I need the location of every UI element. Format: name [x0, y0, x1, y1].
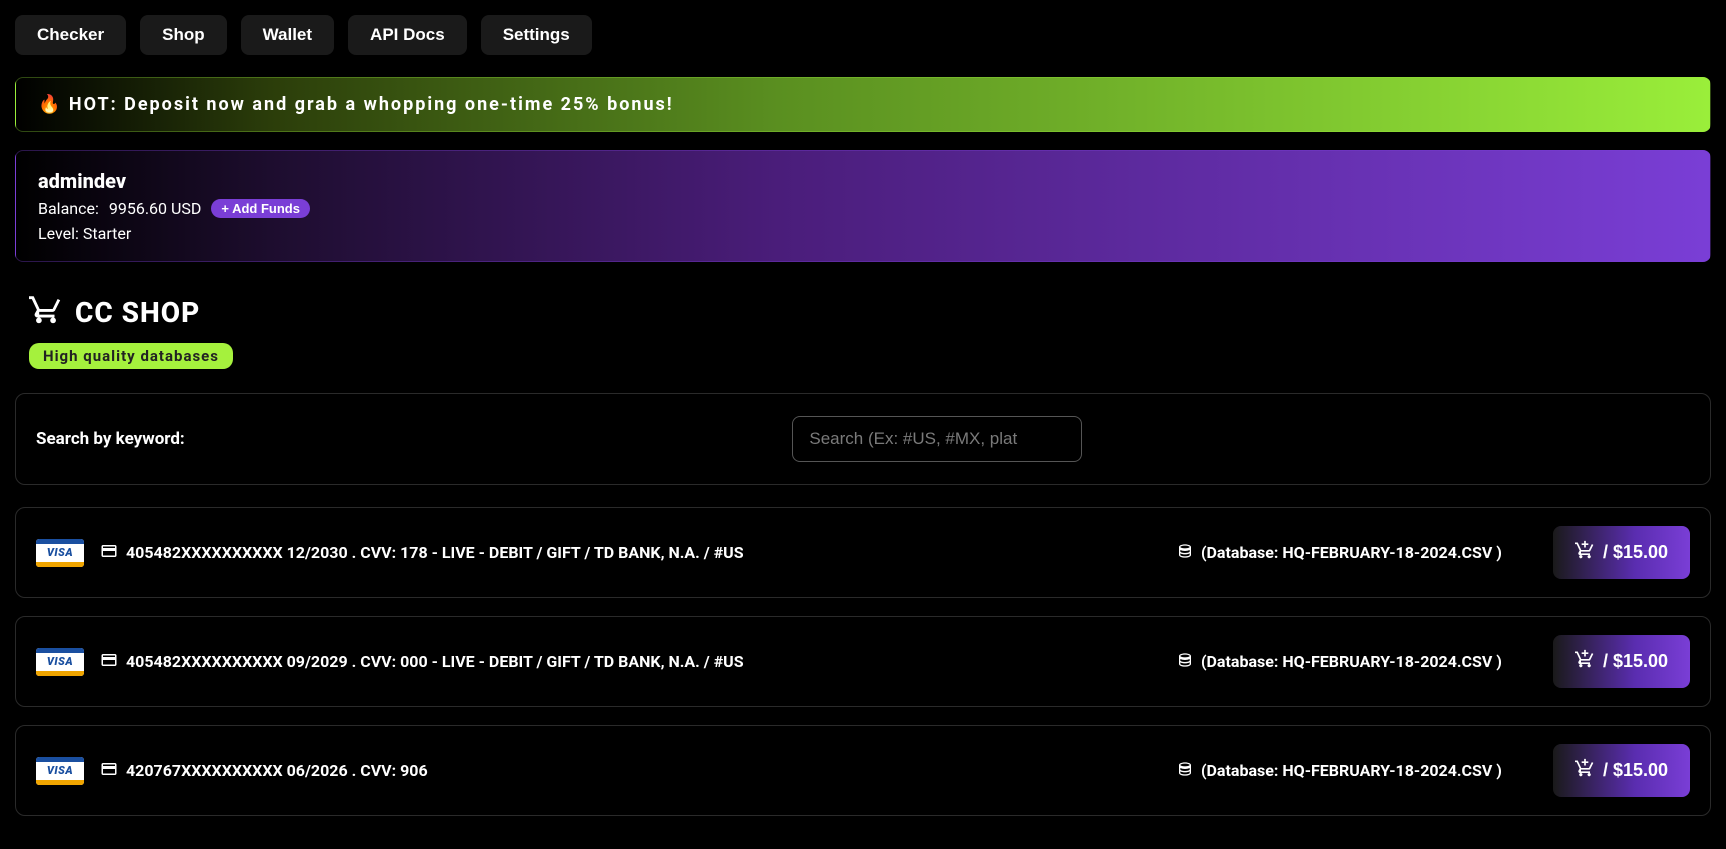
user-banner: admindev Balance: 9956.60 USD + Add Fund…	[15, 150, 1711, 262]
nav-tab-settings[interactable]: Settings	[481, 15, 592, 55]
listing-row: VISA 405482XXXXXXXXXX 12/2030 . CVV: 178…	[15, 507, 1711, 598]
level-value: Starter	[83, 224, 131, 243]
card-brand-badge: VISA	[36, 648, 84, 676]
listing-row: VISA 420767XXXXXXXXXX 06/2026 . CVV: 906…	[15, 725, 1711, 816]
credit-card-icon	[100, 651, 118, 673]
page-header: CC SHOP High quality databases	[29, 292, 1711, 369]
card-brand-badge: VISA	[36, 757, 84, 785]
level-label: Level:	[38, 224, 79, 243]
database-icon	[1177, 761, 1193, 781]
nav-tab-api-docs[interactable]: API Docs	[348, 15, 467, 55]
cart-icon	[29, 292, 63, 333]
buy-button[interactable]: / $15.00	[1553, 744, 1690, 797]
buy-price: / $15.00	[1603, 760, 1668, 781]
buy-button[interactable]: / $15.00	[1553, 526, 1690, 579]
card-brand-label: VISA	[47, 764, 73, 777]
database-icon	[1177, 652, 1193, 672]
top-nav: Checker Shop Wallet API Docs Settings	[15, 15, 1711, 55]
nav-tab-checker[interactable]: Checker	[15, 15, 126, 55]
nav-tab-wallet[interactable]: Wallet	[241, 15, 334, 55]
search-label: Search by keyword:	[36, 429, 185, 449]
database-text: (Database: HQ-FEBRUARY-18-2024.CSV )	[1201, 761, 1502, 780]
listing-row: VISA 405482XXXXXXXXXX 09/2029 . CVV: 000…	[15, 616, 1711, 707]
buy-price: / $15.00	[1603, 651, 1668, 672]
card-detail-text: 405482XXXXXXXXXX 09/2029 . CVV: 000 - LI…	[126, 652, 744, 671]
subtitle-badge: High quality databases	[29, 343, 233, 369]
search-panel: Search by keyword:	[15, 393, 1711, 485]
listings-container: VISA 405482XXXXXXXXXX 12/2030 . CVV: 178…	[15, 507, 1711, 816]
database-text: (Database: HQ-FEBRUARY-18-2024.CSV )	[1201, 652, 1502, 671]
credit-card-icon	[100, 542, 118, 564]
cart-plus-icon	[1575, 649, 1595, 674]
nav-tab-shop[interactable]: Shop	[140, 15, 227, 55]
promo-text: HOT: Deposit now and grab a whopping one…	[69, 94, 674, 115]
balance-value: 9956.60 USD	[109, 199, 202, 218]
database-text: (Database: HQ-FEBRUARY-18-2024.CSV )	[1201, 543, 1502, 562]
page-title: CC SHOP	[75, 296, 200, 329]
card-brand-label: VISA	[47, 655, 73, 668]
card-detail-text: 420767XXXXXXXXXX 06/2026 . CVV: 906	[126, 761, 428, 780]
cart-plus-icon	[1575, 758, 1595, 783]
fire-icon: 🔥	[38, 94, 62, 115]
promo-banner: 🔥 HOT: Deposit now and grab a whopping o…	[15, 77, 1711, 132]
cart-plus-icon	[1575, 540, 1595, 565]
database-icon	[1177, 543, 1193, 563]
buy-button[interactable]: / $15.00	[1553, 635, 1690, 688]
search-input[interactable]	[792, 416, 1082, 462]
card-detail-text: 405482XXXXXXXXXX 12/2030 . CVV: 178 - LI…	[126, 543, 744, 562]
balance-label: Balance:	[38, 199, 99, 218]
buy-price: / $15.00	[1603, 542, 1668, 563]
add-funds-button[interactable]: + Add Funds	[211, 199, 310, 218]
card-brand-badge: VISA	[36, 539, 84, 567]
credit-card-icon	[100, 760, 118, 782]
card-brand-label: VISA	[47, 546, 73, 559]
username: admindev	[38, 169, 1688, 193]
